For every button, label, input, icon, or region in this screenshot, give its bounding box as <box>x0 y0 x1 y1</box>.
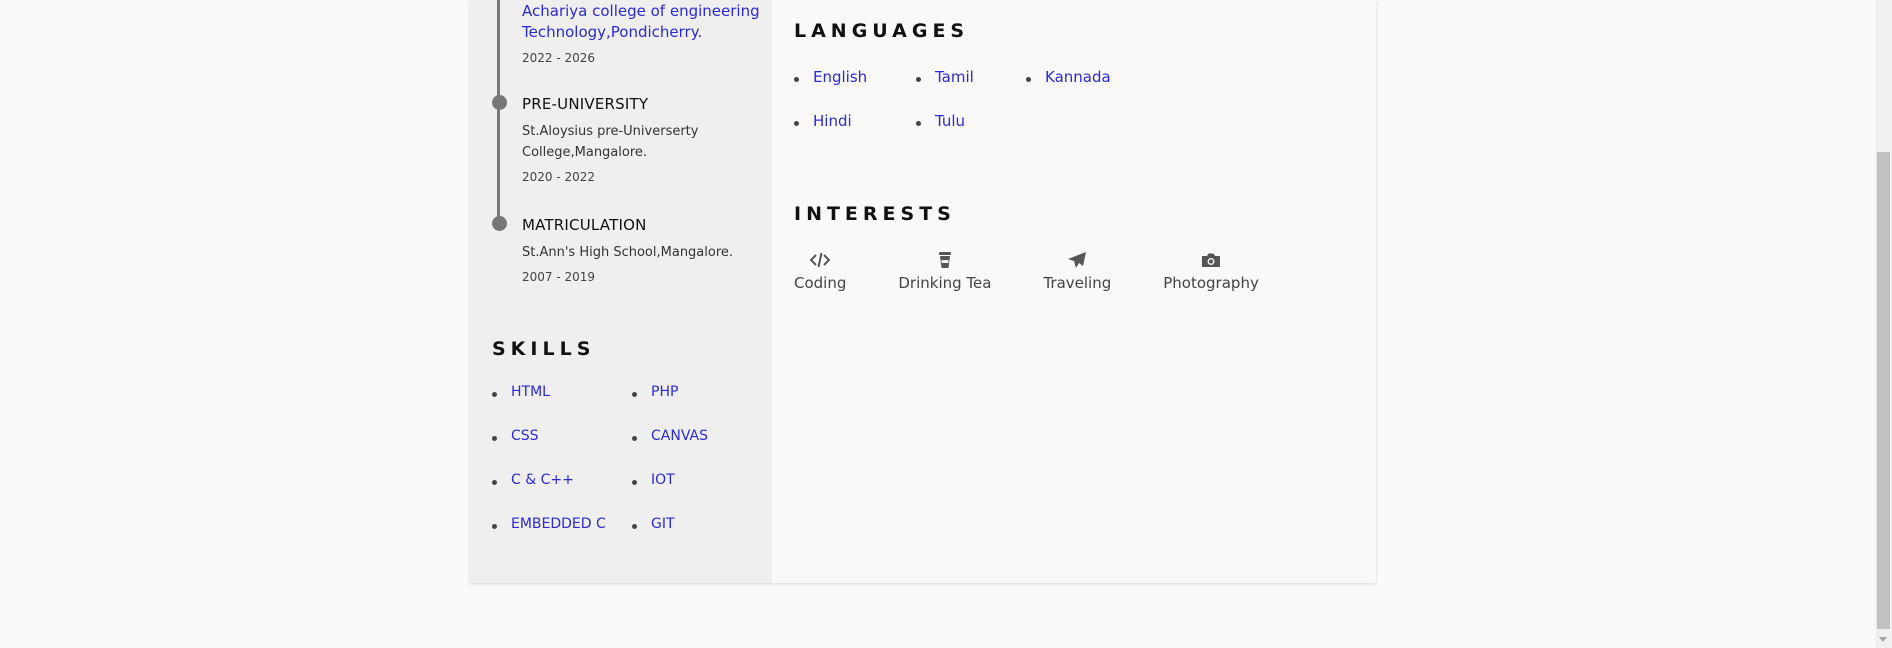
skill-label: EMBEDDED C <box>511 516 606 532</box>
resume-sidebar: Achariya college of engineering Technolo… <box>470 0 772 583</box>
language-label: Kannada <box>1045 68 1111 86</box>
skills-list: HTML PHP CSS CANVAS C & C++ IOT EMBEDDED… <box>492 381 752 535</box>
cup-icon <box>934 250 956 270</box>
interest-label: Traveling <box>1043 274 1112 292</box>
skill-item[interactable]: C & C++ <box>492 469 632 491</box>
skill-item[interactable]: CANVAS <box>632 425 752 447</box>
skill-item[interactable]: PHP <box>632 381 752 403</box>
bullet <box>916 76 921 82</box>
timeline-dot <box>492 95 507 110</box>
language-label: Hindi <box>813 112 852 130</box>
skill-item[interactable]: EMBEDDED C <box>492 513 632 535</box>
education-item-pre-university: PRE-UNIVERSITY St.Aloysius pre-Universer… <box>492 95 762 184</box>
interest-label: Coding <box>794 274 847 292</box>
interest-label: Drinking Tea <box>898 274 992 292</box>
education-title: MATRICULATION <box>522 216 647 234</box>
resume-main: LANGUAGES English Tamil Kannada Hindi Tu… <box>772 0 1376 583</box>
timeline-line <box>497 0 500 222</box>
scroll-down-arrow-icon[interactable] <box>1879 637 1887 642</box>
skills-heading: SKILLS <box>492 338 596 360</box>
skill-item[interactable]: HTML <box>492 381 632 403</box>
skill-label: PHP <box>651 384 679 400</box>
language-item[interactable]: Hindi <box>794 110 916 132</box>
scrollbar-thumb[interactable] <box>1877 152 1890 629</box>
education-item-matriculation: MATRICULATION St.Ann's High School,Manga… <box>492 216 762 284</box>
bullet <box>794 76 799 82</box>
interests-list: Coding Drinking Tea Traveling Photograph… <box>794 250 1311 292</box>
plane-icon <box>1066 250 1088 270</box>
language-label: Tulu <box>935 112 966 130</box>
skill-item[interactable]: IOT <box>632 469 752 491</box>
timeline-dot <box>492 216 507 231</box>
code-icon <box>809 250 831 270</box>
bullet <box>794 120 799 126</box>
vertical-scrollbar[interactable] <box>1875 0 1892 648</box>
education-title: PRE-UNIVERSITY <box>522 95 649 113</box>
bullet <box>492 479 497 485</box>
language-item[interactable]: Kannada <box>1026 66 1146 88</box>
bullet <box>1026 76 1031 82</box>
education-timeline: Achariya college of engineering Technolo… <box>470 0 772 300</box>
education-place[interactable]: Achariya college of engineering Technolo… <box>522 1 762 43</box>
language-label: English <box>813 68 868 86</box>
language-label: Tamil <box>935 68 974 86</box>
resume-card: Achariya college of engineering Technolo… <box>470 0 1376 583</box>
bullet <box>632 479 637 485</box>
interest-label: Photography <box>1163 274 1259 292</box>
bullet <box>492 435 497 441</box>
interest-item-photography: Photography <box>1163 250 1259 292</box>
camera-icon <box>1200 250 1222 270</box>
bullet <box>492 391 497 397</box>
bullet <box>916 120 921 126</box>
page: Achariya college of engineering Technolo… <box>0 0 1892 648</box>
interests-heading: INTERESTS <box>794 203 956 225</box>
language-item[interactable]: Tulu <box>916 110 1026 132</box>
skill-label: C & C++ <box>511 472 574 488</box>
interest-item-traveling: Traveling <box>1043 250 1111 292</box>
skill-label: IOT <box>651 472 675 488</box>
education-item-college: Achariya college of engineering Technolo… <box>522 1 762 65</box>
skill-label: GIT <box>651 516 675 532</box>
skill-item[interactable]: CSS <box>492 425 632 447</box>
languages-heading: LANGUAGES <box>794 20 970 42</box>
interest-item-coding: Coding <box>794 250 846 292</box>
skill-item[interactable]: GIT <box>632 513 752 535</box>
bullet <box>632 391 637 397</box>
languages-list: English Tamil Kannada Hindi Tulu <box>794 66 1146 132</box>
education-place: St.Ann's High School,Mangalore. <box>522 245 734 260</box>
education-place: St.Aloysius pre-Universerty College,Mang… <box>522 124 699 160</box>
skill-label: HTML <box>511 384 550 400</box>
language-item[interactable]: Tamil <box>916 66 1026 88</box>
bullet <box>632 435 637 441</box>
language-item[interactable]: English <box>794 66 916 88</box>
education-years: 2020 - 2022 <box>522 170 596 184</box>
skill-label: CANVAS <box>651 428 708 444</box>
education-years: 2007 - 2019 <box>522 270 596 284</box>
bullet <box>492 523 497 529</box>
skill-label: CSS <box>511 428 539 444</box>
interest-item-drinking-tea: Drinking Tea <box>898 250 991 292</box>
education-years: 2022 - 2026 <box>522 51 596 65</box>
bullet <box>632 523 637 529</box>
